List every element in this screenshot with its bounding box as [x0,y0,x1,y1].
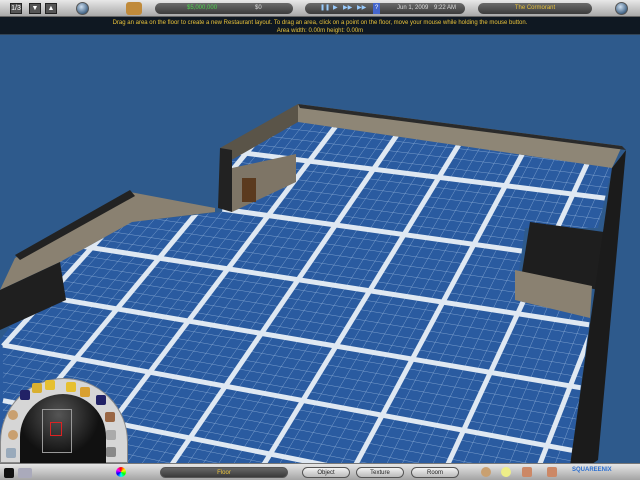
tile-line [529,104,637,115]
keys-icon[interactable] [6,448,16,458]
navigation-dial [0,378,128,463]
instruction-line: Drag an area on the floor to create a ne… [112,20,528,26]
tab-object[interactable]: Object [302,467,350,478]
chair-icon[interactable] [105,412,115,422]
monitor-icon[interactable] [4,468,14,478]
play-button[interactable]: ▶ [333,3,338,14]
tile-line [2,122,107,211]
mode-floor[interactable]: Floor [160,467,288,478]
top-bar: 1/3 ▼ ▲ $5,000,000 $0 ❚❚ ▶ ▶▶ ▶▶ ? Jun 1… [0,0,640,17]
money-display: $5,000,000 $0 [155,3,293,14]
fastest-button[interactable]: ▶▶ [357,3,366,14]
bottom-bar: Floor Object Texture Room SQUAREENIX [0,463,640,480]
minimap-view-marker [50,422,62,436]
tile-line [2,122,74,177]
options-orb-button[interactable] [615,2,628,15]
picture-icon[interactable] [106,430,116,440]
advisor-icon[interactable] [481,467,491,477]
lightbulb-icon[interactable] [501,467,511,477]
tile-line [430,122,612,127]
time: 9:22 AM [434,5,457,11]
tile-line [2,122,63,166]
balance: $0 [255,5,262,11]
down-arrow-button[interactable]: ▼ [29,3,41,14]
grid-line [1,122,20,126]
time-controls: ❚❚ ▶ ▶▶ ▶▶ ? Jun 1, 2009 9:22 AM [305,3,465,14]
fast-button[interactable]: ▶▶ [343,3,352,14]
cash-icon [126,2,142,15]
wall-mid [218,148,232,212]
tile-line [2,122,85,188]
area-readout: Area width: 0.00m height: 0.00m [276,28,364,34]
tile-line [632,104,637,105]
panel-tool-icon[interactable] [66,382,76,392]
tab-texture[interactable]: Texture [356,467,404,478]
chef-face-icon[interactable] [8,410,18,420]
pause-button[interactable]: ❚❚ [320,3,330,14]
color-palette-icon[interactable] [116,467,126,477]
staff-face-icon[interactable] [8,430,18,440]
staff-icon[interactable] [522,467,532,477]
grid-line [1,122,86,190]
cube-tool-icon[interactable] [96,395,106,405]
tile-line [2,122,19,124]
floor-tool-icon[interactable] [20,390,30,400]
tile-line [2,122,118,223]
restaurant-name[interactable]: The Cormorant [478,3,592,14]
tile-line [2,122,30,134]
page-indicator[interactable]: 1/3 [10,3,22,14]
money: $5,000,000 [187,5,218,11]
chef-icon[interactable] [547,467,557,477]
menu-orb-button[interactable] [76,2,89,15]
date: Jun 1, 2009 [397,5,429,11]
publisher-logo: SQUAREENIX [572,467,612,473]
tile-line [2,122,96,199]
tools-icon[interactable] [18,468,32,478]
box-tool-icon[interactable] [80,387,90,397]
wall-tool-icon[interactable] [32,383,42,393]
tab-room[interactable]: Room [411,467,459,478]
tile-line [2,122,52,155]
door [242,178,256,202]
tile-line [3,110,7,114]
help-button[interactable]: ? [373,3,381,14]
block-tool-icon[interactable] [45,380,55,390]
instruction-message: Drag an area on the floor to create a ne… [0,17,640,35]
appliance-icon[interactable] [106,447,116,457]
tile-line [2,122,41,144]
up-arrow-button[interactable]: ▲ [45,3,57,14]
